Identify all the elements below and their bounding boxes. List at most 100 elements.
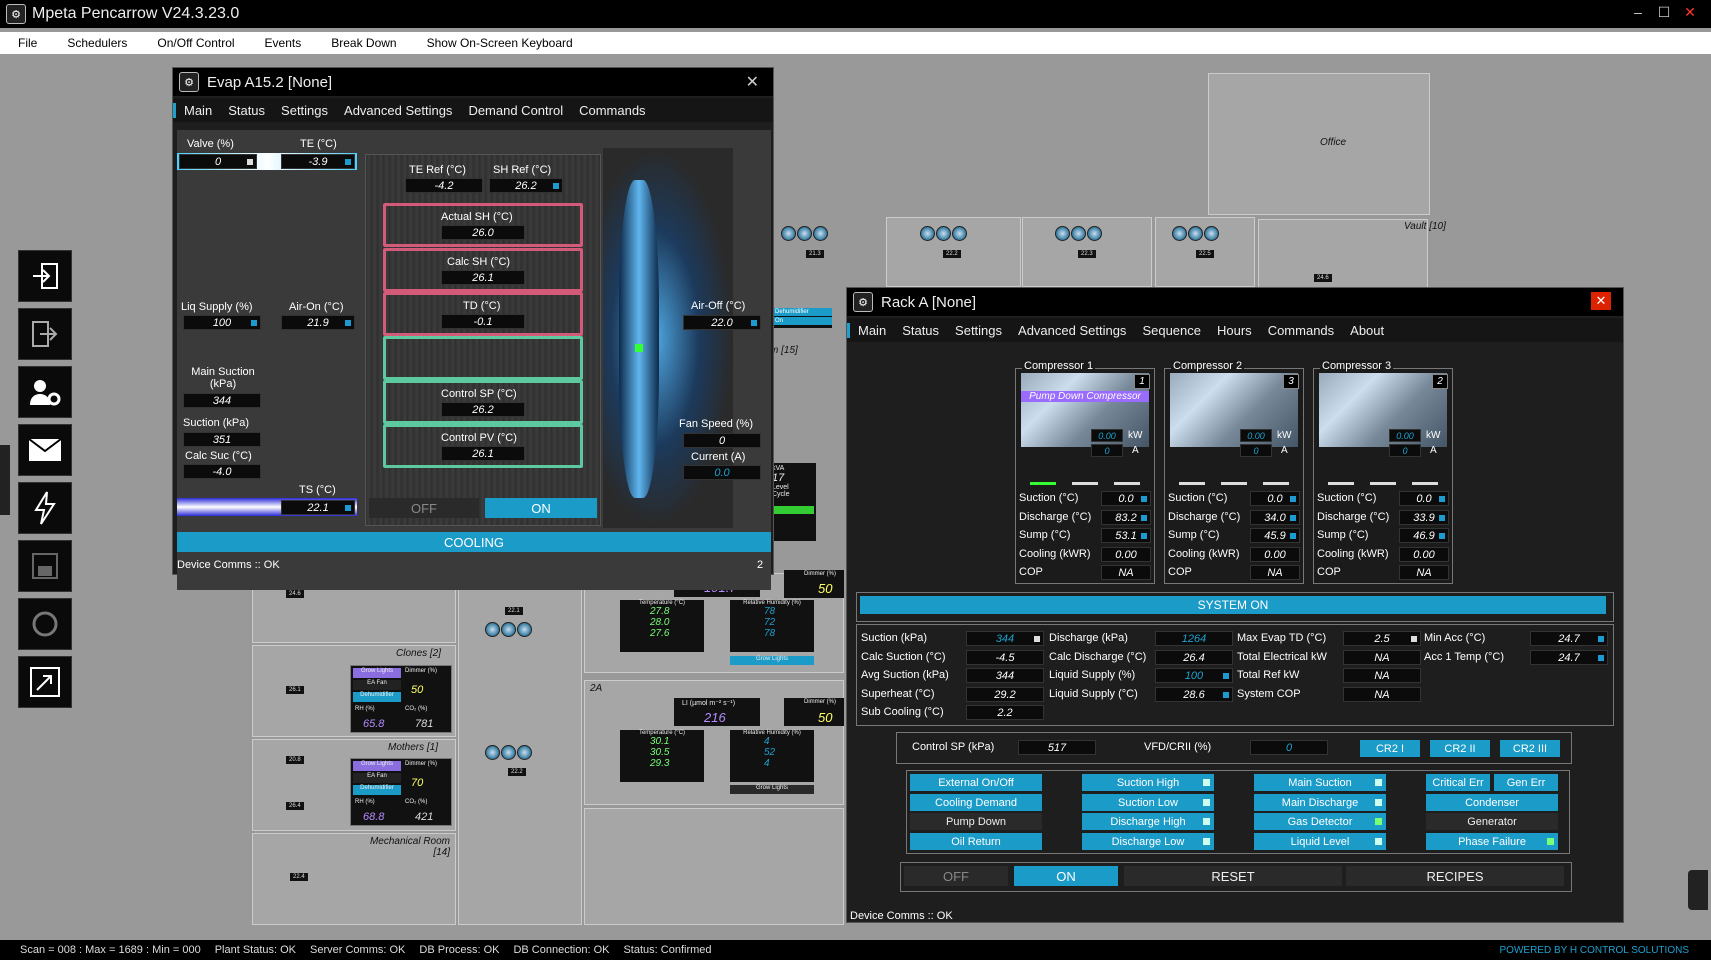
rack-on-button[interactable]: ON: [1014, 866, 1118, 886]
suction-low-alarm[interactable]: Suction Low: [1082, 794, 1214, 811]
gen-err-alarm[interactable]: Gen Err: [1494, 774, 1558, 791]
side-handle-right[interactable]: [1688, 870, 1708, 910]
tab-settings[interactable]: Settings: [273, 103, 336, 118]
tab-main[interactable]: Main: [847, 322, 894, 338]
pump-down-alarm[interactable]: Pump Down: [910, 813, 1042, 830]
bg-fans-4[interactable]: [1172, 226, 1219, 241]
tab-advanced-settings[interactable]: Advanced Settings: [336, 103, 460, 118]
vault-room[interactable]: [1258, 219, 1428, 289]
menu-events[interactable]: Events: [265, 36, 302, 50]
rack-control-sp-value[interactable]: 517: [1018, 740, 1096, 755]
tab-status[interactable]: Status: [220, 103, 273, 118]
ts-value: 22.1: [281, 500, 355, 515]
evap-off-button[interactable]: OFF: [369, 498, 479, 518]
liquid-level-alarm[interactable]: Liquid Level: [1254, 833, 1386, 850]
cr2-iii-button[interactable]: CR2 III: [1500, 740, 1560, 757]
bg-fans-6[interactable]: [485, 745, 532, 760]
close-icon[interactable]: ✕: [1591, 292, 1611, 310]
menu-break-down[interactable]: Break Down: [331, 36, 396, 50]
tab-sequence[interactable]: Sequence: [1134, 323, 1209, 338]
grow-lights-2a[interactable]: Grow Lights: [730, 785, 814, 794]
resize-button[interactable]: [18, 656, 72, 708]
main-discharge-alarm[interactable]: Main Discharge: [1254, 794, 1386, 811]
evap-on-button[interactable]: ON: [485, 498, 597, 518]
evap-window[interactable]: ⚙ Evap A15.2 [None] ✕ Main Status Settin…: [172, 67, 774, 590]
minimize-icon[interactable]: –: [1624, 0, 1652, 24]
li-2a-value: 216: [704, 710, 726, 725]
room-bottom[interactable]: [584, 808, 844, 925]
rack-off-button[interactable]: OFF: [904, 866, 1008, 886]
compressor-2[interactable]: Compressor 2 3 0.00 kW 0 A Suction (°C) …: [1164, 360, 1304, 584]
gas-detector-alarm[interactable]: Gas Detector: [1254, 813, 1386, 830]
oil-return-alarm[interactable]: Oil Return: [910, 833, 1042, 850]
menu-file[interactable]: File: [18, 36, 37, 50]
login-button[interactable]: [18, 250, 72, 302]
evap-tabs: Main Status Settings Advanced Settings D…: [173, 98, 773, 122]
save-button[interactable]: [18, 540, 72, 592]
evap-status-bar: COOLING: [177, 532, 771, 552]
clones-label: Clones [2]: [396, 648, 442, 659]
discharge-low-alarm[interactable]: Discharge Low: [1082, 833, 1214, 850]
tab-hours[interactable]: Hours: [1209, 323, 1260, 338]
tab-advanced-settings[interactable]: Advanced Settings: [1010, 323, 1134, 338]
tab-commands[interactable]: Commands: [571, 103, 653, 118]
kw-unit: kW: [1277, 430, 1292, 441]
tab-main[interactable]: Main: [173, 102, 220, 118]
menu-onoff-control[interactable]: On/Off Control: [157, 36, 234, 50]
power-button[interactable]: [18, 482, 72, 534]
discharge-high-alarm[interactable]: Discharge High: [1082, 813, 1214, 830]
fan-icon: [1172, 226, 1187, 241]
cr2-i-button[interactable]: CR2 I: [1360, 740, 1420, 757]
tab-status[interactable]: Status: [894, 323, 947, 338]
tab-demand-control[interactable]: Demand Control: [460, 103, 571, 118]
compressor-3[interactable]: Compressor 3 2 0.00 kW 0 A Suction (°C) …: [1313, 360, 1453, 584]
bg-fans-5[interactable]: [485, 622, 532, 637]
mail-button[interactable]: [18, 424, 72, 476]
air-off-label: Air-Off (°C): [691, 300, 746, 312]
fan-speed-value: 0: [683, 433, 761, 448]
compressor-1[interactable]: Compressor 1 1 Pump Down Compressor 0.00…: [1015, 360, 1155, 584]
bg-fans-3[interactable]: [1055, 226, 1102, 241]
small-device-panel[interactable]: kVA 17 Level Cycle: [770, 463, 816, 541]
mothers-panel[interactable]: Grow Lights EA Fan Dehumidifier Dimmer (…: [350, 758, 452, 826]
refresh-button[interactable]: [18, 598, 72, 650]
tab-commands[interactable]: Commands: [1260, 323, 1342, 338]
suction-high-alarm[interactable]: Suction High: [1082, 774, 1214, 791]
main-suction-alarm[interactable]: Main Suction: [1254, 774, 1386, 791]
cr2-ii-button[interactable]: CR2 II: [1430, 740, 1490, 757]
external-onoff-alarm[interactable]: External On/Off: [910, 774, 1042, 791]
tab-settings[interactable]: Settings: [947, 323, 1010, 338]
fan-icon: [1071, 226, 1086, 241]
comp-cooling-value: 0.00: [1399, 547, 1449, 562]
li-2a-panel: LI (µmol m⁻² s⁻¹) 216: [674, 698, 760, 726]
bg-fans-2[interactable]: [920, 226, 967, 241]
recipes-button[interactable]: RECIPES: [1346, 866, 1564, 886]
phase-failure-alarm[interactable]: Phase Failure: [1426, 833, 1558, 850]
maximize-icon[interactable]: ☐: [1650, 0, 1678, 24]
critical-err-alarm[interactable]: Critical Err: [1426, 774, 1490, 791]
evap-titlebar[interactable]: ⚙ Evap A15.2 [None] ✕: [173, 68, 773, 96]
user-settings-button[interactable]: [18, 366, 72, 418]
menu-show-keyboard[interactable]: Show On-Screen Keyboard: [427, 36, 573, 50]
compressor-number: 1: [1134, 374, 1150, 389]
tab-about[interactable]: About: [1342, 323, 1392, 338]
rack-titlebar[interactable]: ⚙ Rack A [None] ✕: [847, 288, 1623, 316]
bg-fans-1[interactable]: [781, 226, 828, 241]
comp-cooling-value: 0.00: [1250, 547, 1300, 562]
side-handle[interactable]: [0, 445, 10, 515]
close-icon[interactable]: ✕: [746, 72, 759, 92]
refresh-icon: [32, 611, 58, 637]
generator-alarm[interactable]: Generator: [1426, 813, 1558, 830]
reset-button[interactable]: RESET: [1124, 866, 1342, 886]
logout-button[interactable]: [18, 308, 72, 360]
fan-icon: [1055, 226, 1070, 241]
cooling-demand-alarm[interactable]: Cooling Demand: [910, 794, 1042, 811]
comp-cooling-value: 0.00: [1101, 547, 1151, 562]
close-icon[interactable]: ✕: [1676, 0, 1704, 24]
office-room[interactable]: [1208, 73, 1430, 215]
clones-panel[interactable]: Grow Lights EA Fan Dehumidifier Dimmer (…: [350, 665, 452, 733]
condenser-alarm[interactable]: Condenser: [1426, 794, 1558, 811]
powered-by: POWERED BY H CONTROL SOLUTIONS: [1499, 944, 1689, 956]
top-grow-lights[interactable]: Grow Lights: [730, 656, 814, 665]
menu-schedulers[interactable]: Schedulers: [67, 36, 127, 50]
